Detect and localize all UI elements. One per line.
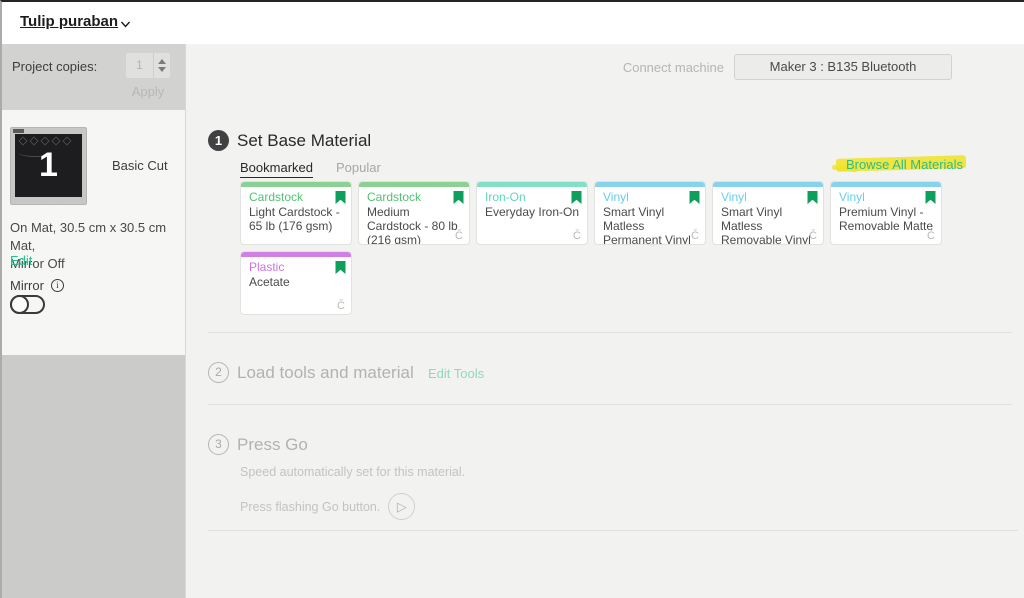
material-color-strip <box>359 182 469 187</box>
bookmark-icon[interactable] <box>571 190 582 204</box>
step2-title: Load tools and material <box>237 363 414 382</box>
material-card-acetate[interactable]: Plastic Acetate Č <box>240 251 352 315</box>
header-bar: Tulip puraban <box>2 2 1024 44</box>
material-category: Plastic <box>249 260 285 274</box>
material-card-smart-vinyl-removable[interactable]: Vinyl Smart Vinyl Matless Removable Viny… <box>712 181 824 245</box>
material-color-strip <box>713 182 823 187</box>
material-name: Smart Vinyl Matless Removable Vinyl <box>721 205 811 245</box>
material-card-everyday-iron-on[interactable]: Iron-On Everyday Iron-On Č <box>476 181 588 245</box>
browse-all-materials[interactable]: Browse All Materials <box>831 155 972 174</box>
stepper-up-icon[interactable] <box>158 59 166 64</box>
cricut-brand-icon: Č <box>455 230 463 242</box>
material-name: Smart Vinyl Matless Permanent Vinyl <box>603 205 691 245</box>
mirror-row: Mirror <box>10 278 64 293</box>
stepper-down-icon[interactable] <box>158 67 166 72</box>
press-go-text: Press flashing Go button. <box>240 499 381 514</box>
step1-title: Set Base Material <box>237 131 372 150</box>
sidebar-empty-area <box>2 355 185 598</box>
main-panel: Connect machine Maker 3 : B135 Bluetooth… <box>185 44 1024 598</box>
step3-title: Press Go <box>237 435 308 454</box>
step2-badge: 2 <box>208 362 229 383</box>
cricut-brand-icon: Č <box>927 230 935 242</box>
material-color-strip <box>241 252 351 257</box>
material-category: Vinyl <box>721 190 747 204</box>
material-name: Light Cardstock - 65 lb (176 gsm) <box>249 205 340 233</box>
material-category: Vinyl <box>603 190 629 204</box>
material-card-smart-vinyl-permanent[interactable]: Vinyl Smart Vinyl Matless Permanent Viny… <box>594 181 706 245</box>
material-category: Vinyl <box>839 190 865 204</box>
material-name: Acetate <box>249 275 290 289</box>
mat-canvas: 1 <box>15 134 82 197</box>
app-window: Tulip puraban Project copies: 1 Apply 1 … <box>0 0 1024 598</box>
material-color-strip <box>831 182 941 187</box>
mirror-toggle[interactable] <box>10 295 45 314</box>
cricut-brand-icon: Č <box>691 230 699 242</box>
bookmark-icon[interactable] <box>689 190 700 204</box>
info-icon[interactable] <box>50 279 64 292</box>
toggle-knob[interactable] <box>10 295 29 314</box>
material-category: Cardstock <box>249 190 304 204</box>
cricut-brand-icon: Č <box>337 300 345 312</box>
chevron-down-icon[interactable] <box>120 19 131 30</box>
material-card-medium-cardstock[interactable]: Cardstock Medium Cardstock - 80 lb (216 … <box>358 181 470 245</box>
cut-type-label: Basic Cut <box>112 158 168 173</box>
browse-all-materials-link[interactable]: Browse All Materials <box>846 157 963 172</box>
bookmark-icon[interactable] <box>453 190 464 204</box>
material-card-premium-vinyl-matte[interactable]: Vinyl Premium Vinyl - Removable Matte Č <box>830 181 942 245</box>
section-divider <box>208 332 1012 333</box>
mat-info-line1: On Mat, 30.5 cm x 30.5 cm Mat, <box>10 220 167 253</box>
bookmark-icon[interactable] <box>335 260 346 274</box>
section-divider <box>208 404 1012 405</box>
section-divider <box>208 530 1018 531</box>
material-card-light-cardstock[interactable]: Cardstock Light Cardstock - 65 lb (176 g… <box>240 181 352 245</box>
copies-value[interactable]: 1 <box>126 53 153 78</box>
mirror-label: Mirror <box>10 278 44 293</box>
bookmark-icon[interactable] <box>807 190 818 204</box>
mat-tab <box>41 198 58 203</box>
bookmark-icon[interactable] <box>925 190 936 204</box>
step3-badge: 3 <box>208 434 229 455</box>
cricut-brand-icon: Č <box>809 230 817 242</box>
press-go-row: Press flashing Go button. <box>240 493 416 520</box>
edit-tools-link[interactable]: Edit Tools <box>428 366 484 381</box>
material-card-grid: Cardstock Light Cardstock - 65 lb (176 g… <box>240 181 952 315</box>
copies-stepper[interactable] <box>153 53 170 78</box>
project-copies-panel: Project copies: 1 Apply <box>2 44 185 110</box>
tab-popular[interactable]: Popular <box>336 160 381 175</box>
edit-mat-link[interactable]: Edit <box>10 253 32 268</box>
project-copies-label: Project copies: <box>12 59 98 74</box>
material-name: Everyday Iron-On <box>485 205 580 219</box>
project-title-link[interactable]: Tulip puraban <box>20 13 118 30</box>
machine-select-button[interactable]: Maker 3 : B135 Bluetooth <box>734 54 952 80</box>
connect-machine-label: Connect machine <box>622 60 724 75</box>
apply-button[interactable]: Apply <box>126 84 170 104</box>
mat-preview-thumbnail[interactable]: 1 <box>10 127 87 205</box>
mat-info-line2: Mirror Off <box>10 256 65 271</box>
material-category: Iron-On <box>485 190 526 204</box>
bookmark-icon[interactable] <box>335 190 346 204</box>
material-category: Cardstock <box>367 190 422 204</box>
sidebar: Project copies: 1 Apply 1 Basic Cut On M… <box>2 44 185 598</box>
material-name: Medium Cardstock - 80 lb (216 gsm) <box>367 205 458 245</box>
tab-bookmarked[interactable]: Bookmarked <box>240 160 313 178</box>
tulip-design-outline <box>18 136 72 146</box>
speed-auto-text: Speed automatically set for this materia… <box>240 465 466 479</box>
step1-badge: 1 <box>208 130 229 151</box>
material-name: Premium Vinyl - Removable Matte <box>839 205 934 233</box>
go-button-play-icon <box>388 493 416 520</box>
mat-number: 1 <box>39 146 58 184</box>
copies-input[interactable]: 1 <box>126 53 170 78</box>
mat-brand-chip <box>13 129 24 133</box>
cricut-brand-icon: Č <box>573 230 581 242</box>
mat-info-text: On Mat, 30.5 cm x 30.5 cm Mat, Mirror Of… <box>10 219 185 273</box>
material-color-strip <box>595 182 705 187</box>
material-color-strip <box>241 182 351 187</box>
material-color-strip <box>477 182 587 187</box>
